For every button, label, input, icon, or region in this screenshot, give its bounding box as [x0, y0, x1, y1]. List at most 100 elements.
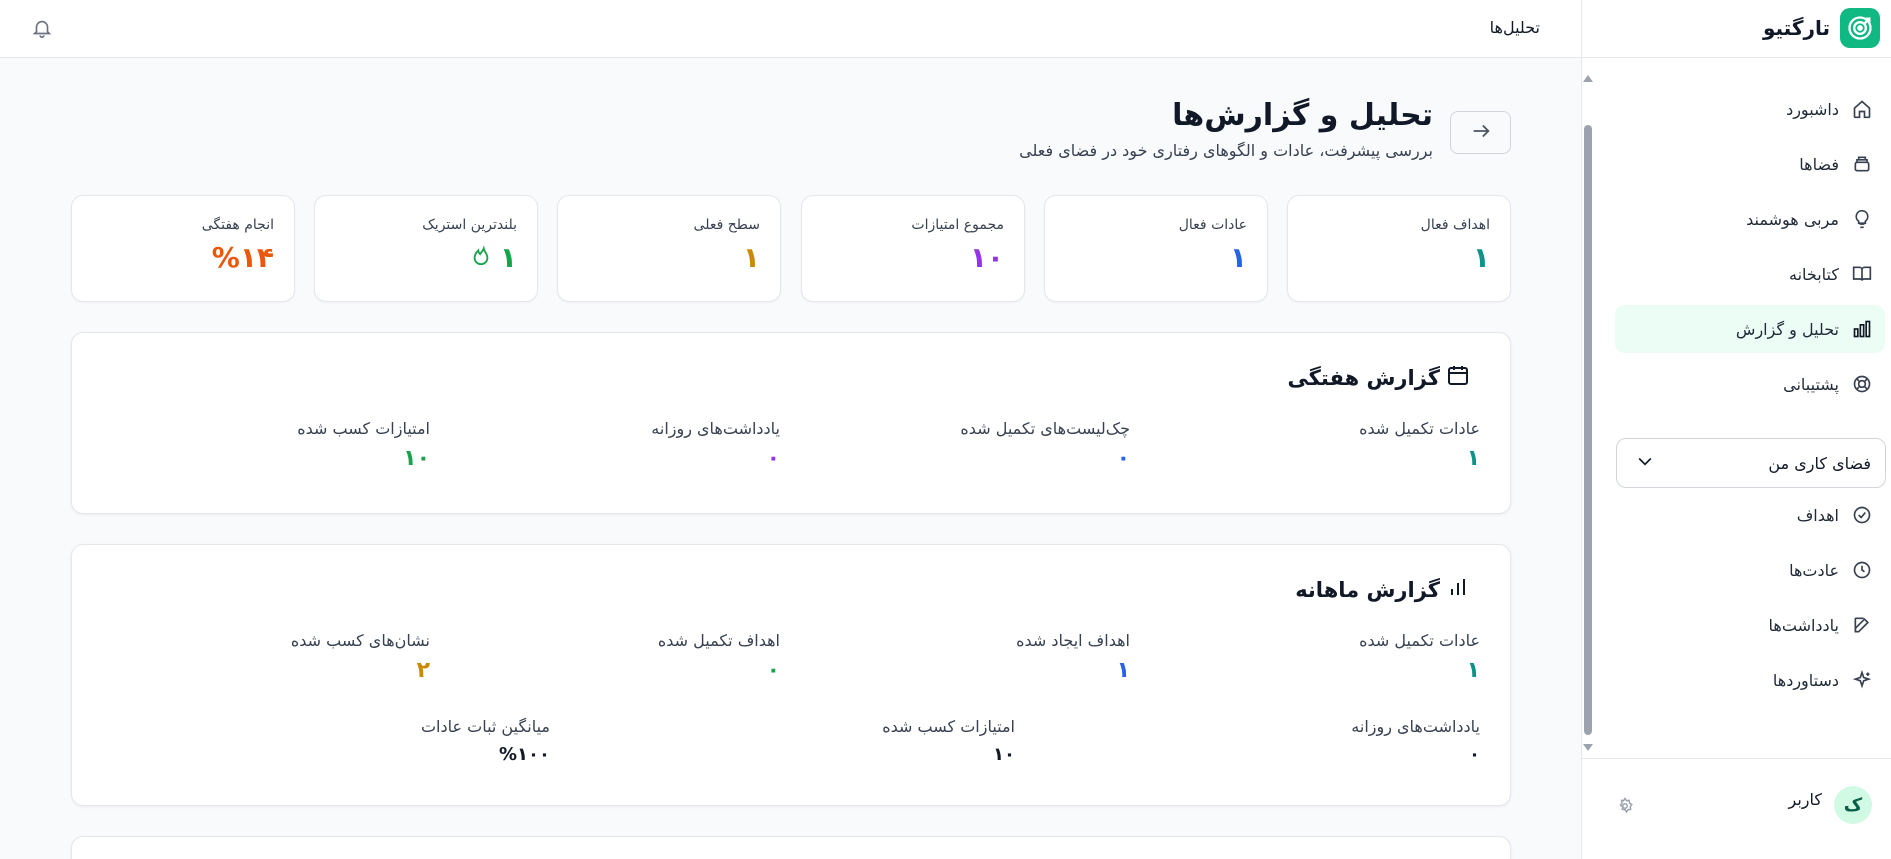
scroll-down-arrow-icon[interactable] — [1583, 744, 1593, 751]
edit-icon — [1851, 614, 1873, 636]
metric-value: ۱ — [1466, 658, 1480, 683]
stat-value: ۱۰ — [969, 241, 1004, 274]
check-circle-icon — [1851, 504, 1873, 526]
stat-value: ۱ — [742, 241, 760, 274]
sidebar-scrollbar[interactable] — [1582, 73, 1594, 753]
page-subtitle: بررسی پیشرفت، عادات و الگوهای رفتاری خود… — [1019, 141, 1433, 160]
chevron-down-icon — [1635, 451, 1655, 475]
metric-label: امتیازات کسب شده — [297, 419, 430, 438]
sidebar-divider — [1581, 57, 1891, 58]
topbar: تحلیل‌ها — [0, 0, 1581, 58]
back-button[interactable] — [1450, 111, 1511, 154]
sidebar-item-notes[interactable]: یادداشت‌ها — [1615, 601, 1885, 649]
metric-label: میانگین ثبات عادات — [420, 717, 550, 736]
metric-value: ۲ — [416, 658, 430, 683]
next-report-panel — [71, 836, 1511, 859]
sidebar-item-analytics[interactable]: تحلیل و گزارش — [1615, 305, 1885, 353]
sidebar: تارگتیو داشبورد فضاها مربی هوشمند کتابخا… — [1581, 0, 1891, 859]
metric-points-earned: امتیازات کسب شده ۱۰ — [882, 717, 1015, 765]
metric-badges-earned: نشان‌های کسب شده ۲ — [291, 631, 430, 683]
metric-value: ۰ — [766, 658, 780, 683]
sidebar-item-habits[interactable]: عادت‌ها — [1615, 546, 1885, 594]
workspace-label: فضای کاری من — [1768, 453, 1871, 473]
brand-name: تارگتیو — [1762, 16, 1830, 40]
lifebuoy-icon — [1851, 373, 1873, 395]
sidebar-item-library[interactable]: کتابخانه — [1615, 250, 1885, 298]
metric-label: نشان‌های کسب شده — [290, 631, 430, 650]
sidebar-item-label: پشتیبانی — [1783, 374, 1839, 394]
stat-value: ۱ — [1472, 241, 1490, 274]
stat-label: سطح فعلی — [693, 217, 760, 233]
metric-checklists-completed: چک‌لیست‌های تکمیل شده ۰ — [960, 419, 1130, 471]
sidebar-item-smart-coach[interactable]: مربی هوشمند — [1615, 195, 1885, 243]
metric-label: امتیازات کسب شده — [882, 717, 1015, 736]
stat-card-active-habits: عادات فعال ۱ — [1044, 195, 1268, 302]
target-logo-icon — [1840, 8, 1880, 48]
bar-chart-icon — [1446, 575, 1470, 604]
stat-label: بلندترین استریک — [422, 217, 517, 233]
weekly-report-panel: گزارش هفتگی عادات تکمیل شده ۱ چک‌لیست‌ها… — [71, 332, 1511, 514]
sparkles-icon — [1851, 669, 1873, 691]
metric-value: ۱ — [1116, 658, 1130, 683]
metric-label: اهداف تکمیل شده — [657, 631, 780, 650]
sidebar-item-label: دستاوردها — [1772, 670, 1839, 690]
panel-title: گزارش ماهانه — [1295, 577, 1440, 602]
monthly-report-panel: گزارش ماهانه عادات تکمیل شده ۱ اهداف ایج… — [71, 544, 1511, 806]
metric-label: یادداشت‌های روزانه — [651, 419, 780, 438]
home-icon — [1851, 98, 1873, 120]
panel-title: گزارش هفتگی — [1287, 365, 1440, 390]
scroll-thumb[interactable] — [1584, 125, 1592, 735]
metric-label: عادات تکمیل شده — [1359, 419, 1480, 438]
page-title: تحلیل و گزارش‌ها — [1172, 98, 1433, 133]
bell-icon[interactable] — [31, 17, 53, 43]
metric-value: ۱۰ — [403, 446, 430, 471]
topbar-title: تحلیل‌ها — [1489, 18, 1540, 37]
scroll-up-arrow-icon[interactable] — [1583, 75, 1593, 82]
metric-value: ۰ — [1116, 446, 1130, 471]
sidebar-item-dashboard[interactable]: داشبورد — [1615, 85, 1885, 133]
stat-value: ۱ — [499, 241, 517, 274]
panel-heading: گزارش هفتگی — [1287, 363, 1470, 392]
metric-habit-consistency: میانگین ثبات عادات %۱۰۰ — [421, 717, 550, 765]
bar-chart-icon — [1851, 318, 1873, 340]
stat-card-longest-streak: بلندترین استریک ۱ — [314, 195, 538, 302]
metric-goals-completed: اهداف تکمیل شده ۰ — [658, 631, 780, 683]
sidebar-item-goals[interactable]: اهداف — [1615, 491, 1885, 539]
sidebar-item-label: یادداشت‌ها — [1768, 615, 1839, 635]
stat-value: %۱۴ — [211, 241, 274, 274]
metric-daily-notes: یادداشت‌های روزانه ۰ — [1351, 717, 1480, 765]
sidebar-item-support[interactable]: پشتیبانی — [1615, 360, 1885, 408]
user-name: کاربر — [1788, 789, 1823, 809]
avatar: ک — [1834, 786, 1872, 824]
clock-icon — [1851, 559, 1873, 581]
metric-label: اهداف ایجاد شده — [1016, 631, 1130, 650]
stat-label: مجموع امتیازات — [911, 217, 1004, 233]
metric-habits-completed: عادات تکمیل شده ۱ — [1359, 631, 1480, 683]
workspace-select[interactable]: فضای کاری من — [1616, 438, 1886, 488]
panel-heading: گزارش ماهانه — [1295, 575, 1470, 604]
metric-goals-created: اهداف ایجاد شده ۱ — [1016, 631, 1130, 683]
stat-card-weekly-completion: انجام هفتگی %۱۴ — [71, 195, 295, 302]
lightbulb-icon — [1851, 208, 1873, 230]
arrow-right-icon — [1470, 120, 1492, 146]
metric-label: چک‌لیست‌های تکمیل شده — [960, 419, 1130, 438]
gear-icon[interactable] — [1616, 797, 1634, 819]
calendar-icon — [1446, 363, 1470, 392]
metric-value: %۱۰۰ — [499, 744, 550, 765]
metric-label: عادات تکمیل شده — [1359, 631, 1480, 650]
sidebar-item-spaces[interactable]: فضاها — [1615, 140, 1885, 188]
layers-icon — [1851, 153, 1873, 175]
stat-card-active-goals: اهداف فعال ۱ — [1287, 195, 1511, 302]
stat-value: ۱ — [1229, 241, 1247, 274]
sidebar-item-achievements[interactable]: دستاوردها — [1615, 656, 1885, 704]
brand[interactable]: تارگتیو — [1763, 7, 1880, 49]
metric-points-earned: امتیازات کسب شده ۱۰ — [297, 419, 430, 471]
user-profile[interactable]: ک کاربر — [1788, 786, 1872, 824]
stat-label: عادات فعال — [1178, 217, 1247, 233]
sidebar-item-label: داشبورد — [1786, 99, 1839, 119]
metric-value: ۰ — [1469, 744, 1480, 765]
sidebar-item-label: تحلیل و گزارش — [1735, 319, 1839, 339]
sidebar-item-label: فضاها — [1799, 154, 1839, 174]
book-icon — [1851, 263, 1873, 285]
metric-daily-notes: یادداشت‌های روزانه ۰ — [651, 419, 780, 471]
